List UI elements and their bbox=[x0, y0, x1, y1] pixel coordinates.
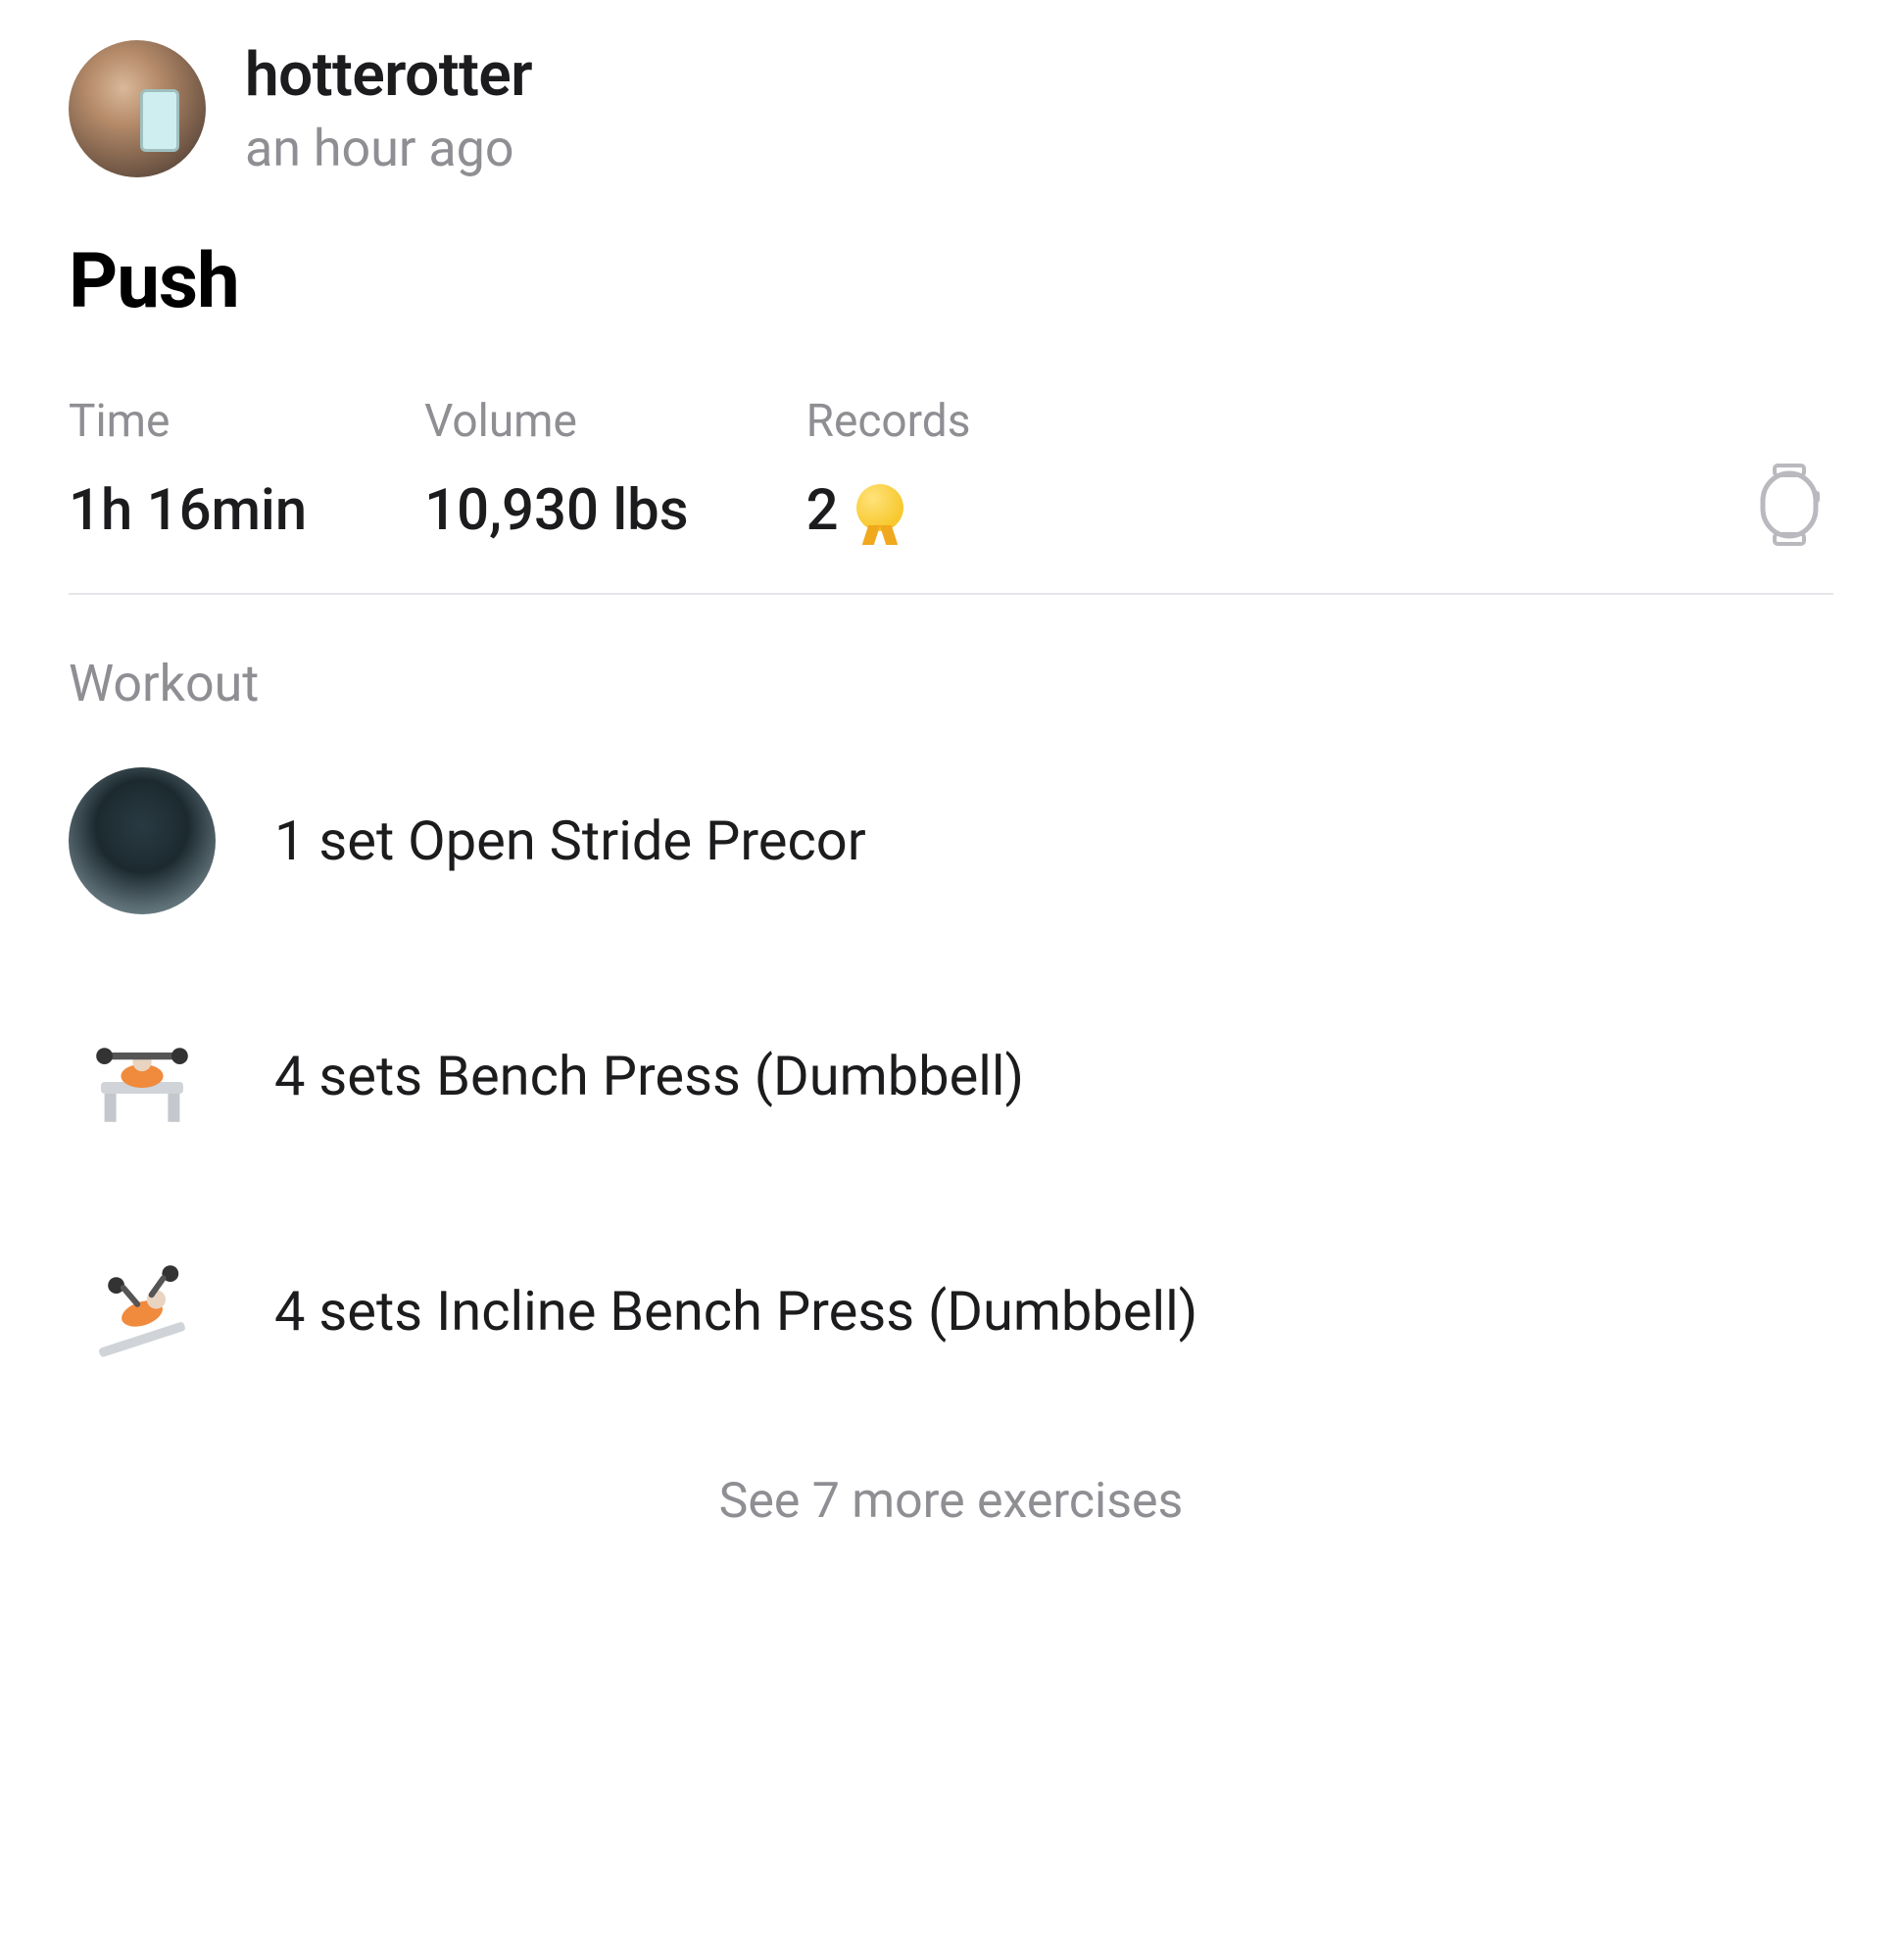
post-timestamp: an hour ago bbox=[245, 119, 532, 178]
stats-row: Time 1h 16min Volume 10,930 lbs Records … bbox=[69, 395, 1833, 544]
exercise-row[interactable]: 4 sets Incline Bench Press (Dumbbell) bbox=[69, 1238, 1833, 1385]
stat-time-value: 1h 16min bbox=[69, 477, 307, 544]
stat-volume: Volume 10,930 lbs bbox=[424, 395, 688, 544]
stat-records-value: 2 bbox=[806, 477, 839, 544]
exercise-summary: 4 sets Bench Press (Dumbbell) bbox=[274, 1042, 1024, 1110]
post-header: hotterotter an hour ago bbox=[69, 39, 1833, 178]
exercise-summary: 4 sets Incline Bench Press (Dumbbell) bbox=[274, 1277, 1197, 1346]
workout-section-label: Workout bbox=[69, 654, 1833, 713]
workout-title: Push bbox=[69, 237, 1833, 326]
exercise-thumb-icon bbox=[69, 767, 216, 914]
user-avatar[interactable] bbox=[69, 40, 206, 177]
exercise-row[interactable]: 4 sets Bench Press (Dumbbell) bbox=[69, 1003, 1833, 1150]
exercise-row[interactable]: 1 set Open Stride Precor bbox=[69, 767, 1833, 914]
stat-records-value-wrap: 2 bbox=[806, 477, 971, 544]
exercise-thumb-icon bbox=[69, 1238, 216, 1385]
stat-volume-label: Volume bbox=[424, 395, 688, 448]
username[interactable]: hotterotter bbox=[245, 39, 532, 111]
stat-records-label: Records bbox=[806, 395, 971, 448]
user-meta: hotterotter an hour ago bbox=[245, 39, 532, 178]
stat-volume-value: 10,930 lbs bbox=[424, 477, 688, 544]
medal-icon bbox=[856, 484, 903, 545]
apple-watch-icon bbox=[1755, 464, 1824, 550]
exercise-summary: 1 set Open Stride Precor bbox=[274, 807, 866, 875]
stat-time: Time 1h 16min bbox=[69, 395, 307, 544]
stat-time-label: Time bbox=[69, 395, 307, 448]
divider bbox=[69, 593, 1833, 595]
stat-records: Records 2 bbox=[806, 395, 971, 544]
see-more-exercises-link[interactable]: See 7 more exercises bbox=[69, 1473, 1833, 1530]
exercise-thumb-icon bbox=[69, 1003, 216, 1150]
